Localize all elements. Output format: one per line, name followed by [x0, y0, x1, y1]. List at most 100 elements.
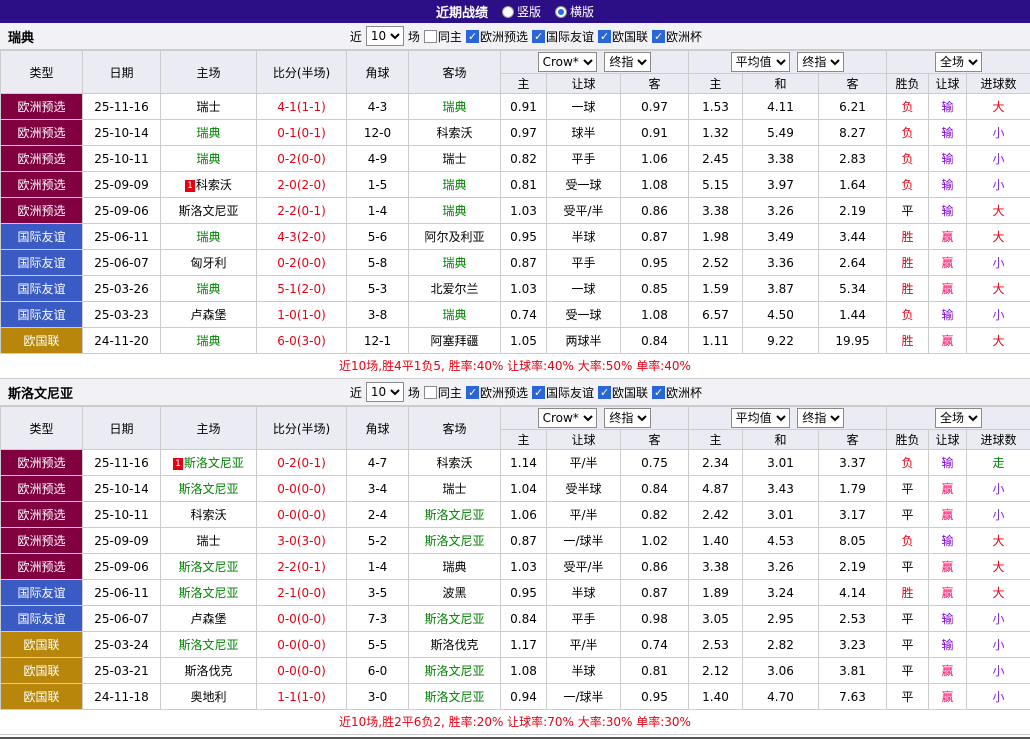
away-team-link[interactable]: 阿尔及利亚	[409, 224, 501, 250]
competition-checkbox-euro-cup[interactable]: 欧洲杯	[652, 28, 702, 45]
radio-vertical-layout[interactable]: 竖版	[502, 3, 541, 20]
away-team-link[interactable]: 斯洛文尼亚	[409, 528, 501, 554]
euro-stage-select[interactable]: 终指	[797, 408, 844, 428]
corner-count: 5-8	[347, 250, 409, 276]
home-team-link[interactable]: 斯洛文尼亚	[161, 632, 257, 658]
away-team-link[interactable]: 瑞士	[409, 146, 501, 172]
result-goals: 小	[967, 120, 1030, 146]
result-handicap: 输	[929, 94, 967, 120]
match-type-badge: 欧国联	[1, 658, 83, 684]
asia-bookmaker-select[interactable]: Crow*	[538, 408, 597, 428]
away-team-link[interactable]: 斯洛文尼亚	[409, 606, 501, 632]
match-score: 6-0(3-0)	[257, 328, 347, 354]
filter-bar: 近 10 场 同主 欧洲预选 国际友谊 欧国联 欧洲杯	[350, 382, 702, 402]
euro-bookmaker-select[interactable]: 平均值	[731, 52, 790, 72]
home-team-link[interactable]: 1斯洛文尼亚	[161, 450, 257, 476]
home-team-link[interactable]: 瑞典	[161, 224, 257, 250]
home-team-link[interactable]: 瑞典	[161, 276, 257, 302]
euro-home-odds: 1.40	[689, 528, 743, 554]
asia-stage-select[interactable]: 终指	[604, 408, 651, 428]
competition-label: 欧国联	[612, 28, 648, 45]
home-team-link[interactable]: 瑞典	[161, 146, 257, 172]
euro-away-odds: 8.27	[819, 120, 887, 146]
asia-handicap: 半球	[547, 658, 621, 684]
euro-away-odds: 2.64	[819, 250, 887, 276]
team-text: 瑞士	[196, 534, 220, 548]
full-match-select[interactable]: 全场	[935, 52, 982, 72]
home-team-link[interactable]: 科索沃	[161, 502, 257, 528]
home-team-link[interactable]: 斯洛文尼亚	[161, 554, 257, 580]
team-text: 奥地利	[190, 690, 226, 704]
home-team-link[interactable]: 匈牙利	[161, 250, 257, 276]
asia-bookmaker-select[interactable]: Crow*	[538, 52, 597, 72]
match-count-select[interactable]: 10	[366, 26, 404, 46]
away-team-link[interactable]: 科索沃	[409, 450, 501, 476]
away-team-link[interactable]: 斯洛伐克	[409, 632, 501, 658]
euro-stage-select[interactable]: 终指	[797, 52, 844, 72]
full-match-select[interactable]: 全场	[935, 408, 982, 428]
table-row: 国际友谊 25-06-07 卢森堡 0-0(0-0) 7-3 斯洛文尼亚 0.8…	[1, 606, 1030, 632]
euro-home-odds: 3.05	[689, 606, 743, 632]
euro-away-odds: 2.83	[819, 146, 887, 172]
sub-header-asia-away: 客	[621, 430, 689, 450]
away-team-link[interactable]: 北爱尔兰	[409, 276, 501, 302]
match-count-select[interactable]: 10	[366, 382, 404, 402]
home-team-link[interactable]: 卢森堡	[161, 302, 257, 328]
sub-header-euro-away: 客	[819, 430, 887, 450]
home-team-link[interactable]: 奥地利	[161, 684, 257, 710]
competition-checkbox-friendly[interactable]: 国际友谊	[532, 384, 594, 401]
home-team-link[interactable]: 瑞典	[161, 120, 257, 146]
home-team-link[interactable]: 卢森堡	[161, 606, 257, 632]
away-team-link[interactable]: 斯洛文尼亚	[409, 684, 501, 710]
col-header-type: 类型	[1, 51, 83, 94]
home-team-link[interactable]: 瑞士	[161, 528, 257, 554]
away-team-link[interactable]: 科索沃	[409, 120, 501, 146]
away-team-link[interactable]: 波黑	[409, 580, 501, 606]
away-team-link[interactable]: 瑞典	[409, 198, 501, 224]
away-team-link[interactable]: 瑞典	[409, 250, 501, 276]
team-text: 斯洛文尼亚	[424, 612, 484, 626]
euro-away-odds: 2.19	[819, 554, 887, 580]
competition-checkbox-euro-cup[interactable]: 欧洲杯	[652, 384, 702, 401]
match-score: 1-0(1-0)	[257, 302, 347, 328]
home-team-link[interactable]: 斯洛文尼亚	[161, 198, 257, 224]
away-team-link[interactable]: 瑞典	[409, 94, 501, 120]
asia-handicap: 受平/半	[547, 198, 621, 224]
asia-home-odds: 1.05	[501, 328, 547, 354]
corner-count: 12-0	[347, 120, 409, 146]
competition-checkbox-euro-qualifier[interactable]: 欧洲预选	[466, 384, 528, 401]
away-team-link[interactable]: 瑞典	[409, 302, 501, 328]
competition-checkbox-nations-league[interactable]: 欧国联	[598, 28, 648, 45]
competition-checkbox-friendly[interactable]: 国际友谊	[532, 28, 594, 45]
competition-checkbox-euro-qualifier[interactable]: 欧洲预选	[466, 28, 528, 45]
competition-checkbox-nations-league[interactable]: 欧国联	[598, 384, 648, 401]
asia-away-odds: 0.98	[621, 606, 689, 632]
away-team-link[interactable]: 瑞典	[409, 554, 501, 580]
asia-stage-select[interactable]: 终指	[604, 52, 651, 72]
home-team-link[interactable]: 1科索沃	[161, 172, 257, 198]
match-type-badge: 欧洲预选	[1, 172, 83, 198]
match-date: 25-09-09	[83, 172, 161, 198]
away-team-link[interactable]: 瑞士	[409, 476, 501, 502]
match-type-badge: 欧洲预选	[1, 198, 83, 224]
home-team-link[interactable]: 斯洛伐克	[161, 658, 257, 684]
radio-horizontal-layout[interactable]: 横版	[555, 3, 594, 20]
away-team-link[interactable]: 斯洛文尼亚	[409, 658, 501, 684]
team-text: 瑞典	[442, 204, 466, 218]
corner-count: 6-0	[347, 658, 409, 684]
page-title: 近期战绩	[436, 2, 488, 21]
home-team-link[interactable]: 斯洛文尼亚	[161, 476, 257, 502]
same-home-checkbox[interactable]: 同主	[424, 384, 462, 401]
match-score: 0-1(0-1)	[257, 120, 347, 146]
home-team-link[interactable]: 瑞典	[161, 328, 257, 354]
home-team-link[interactable]: 斯洛文尼亚	[161, 580, 257, 606]
asia-handicap: 一/球半	[547, 528, 621, 554]
home-team-link[interactable]: 瑞士	[161, 94, 257, 120]
away-team-link[interactable]: 瑞典	[409, 172, 501, 198]
result-handicap: 输	[929, 450, 967, 476]
away-team-link[interactable]: 斯洛文尼亚	[409, 502, 501, 528]
same-home-checkbox[interactable]: 同主	[424, 28, 462, 45]
euro-home-odds: 5.15	[689, 172, 743, 198]
euro-bookmaker-select[interactable]: 平均值	[731, 408, 790, 428]
away-team-link[interactable]: 阿塞拜疆	[409, 328, 501, 354]
